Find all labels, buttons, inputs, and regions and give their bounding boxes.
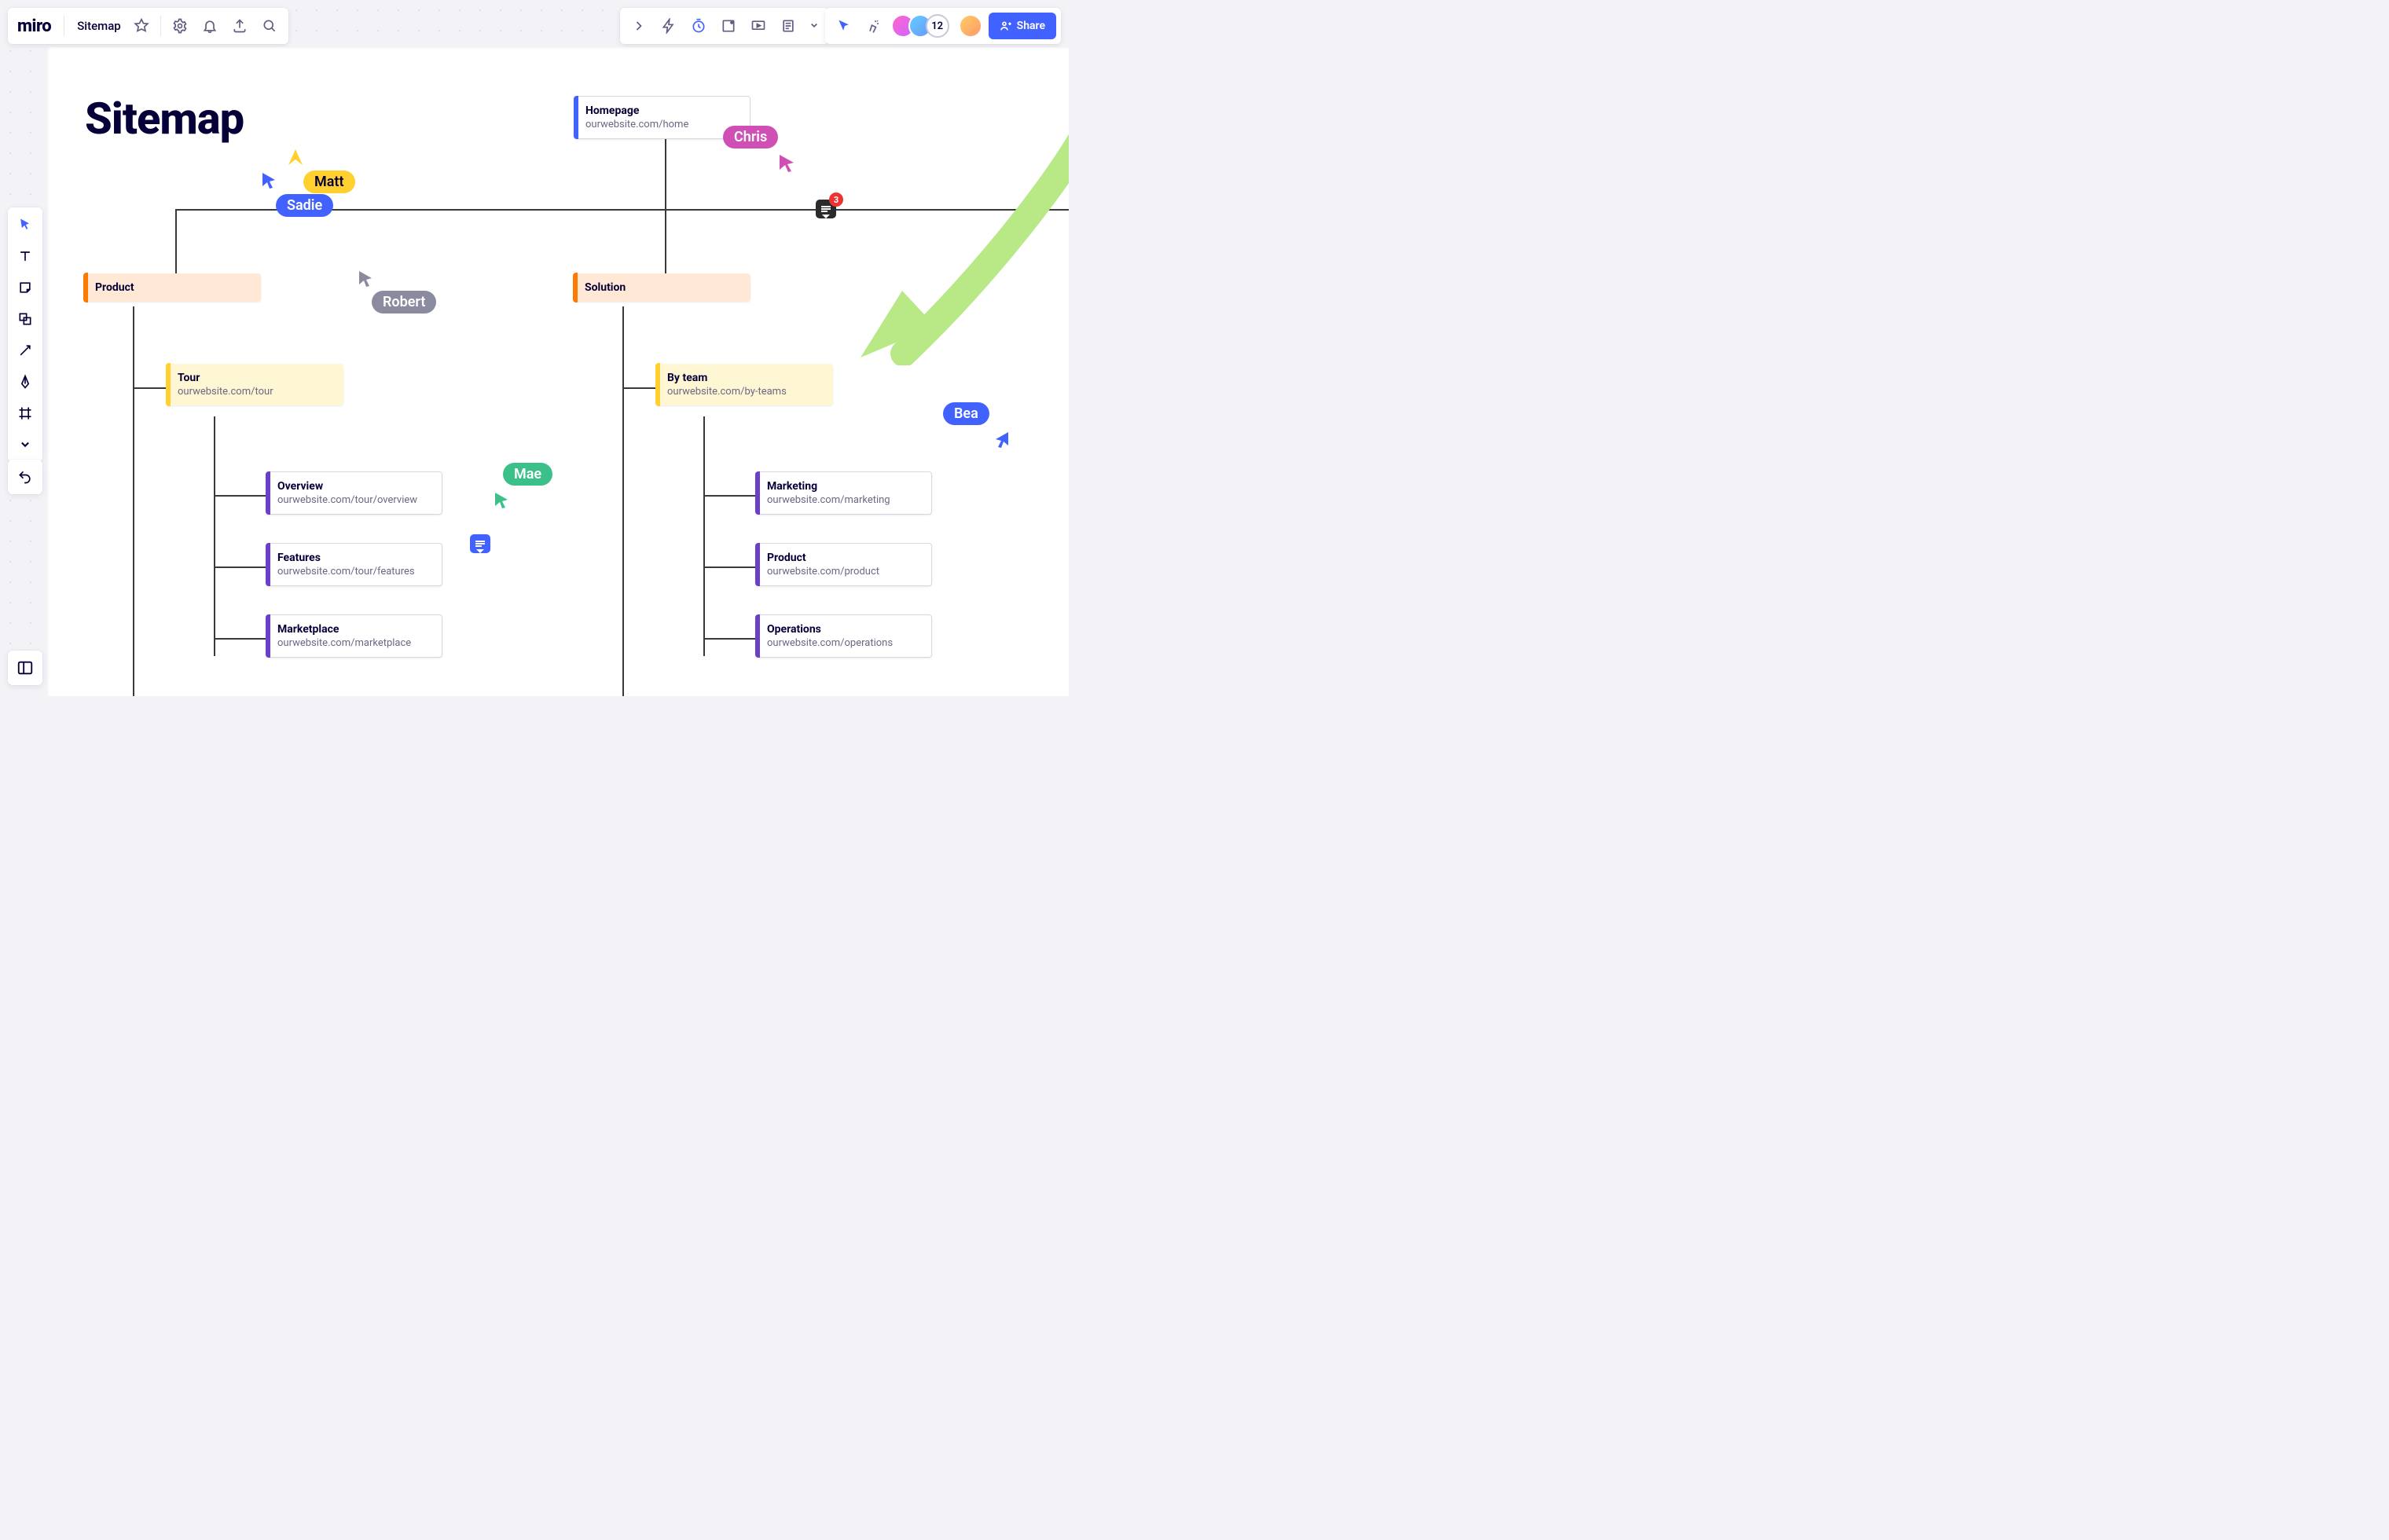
- line-tool[interactable]: [11, 336, 39, 365]
- node-operations[interactable]: Operations ourwebsite.com/operations: [755, 614, 932, 658]
- connector: [703, 416, 705, 656]
- present-icon[interactable]: [744, 12, 772, 40]
- star-icon[interactable]: [127, 12, 156, 40]
- page-title: Sitemap: [85, 93, 244, 145]
- cursor-arrow-icon: [778, 153, 795, 172]
- node-product[interactable]: Product: [84, 273, 261, 302]
- shape-tool[interactable]: [11, 305, 39, 333]
- board-title[interactable]: Sitemap: [69, 19, 126, 33]
- pen-tool[interactable]: [11, 368, 39, 396]
- connector: [665, 209, 666, 273]
- node-byteam[interactable]: By team ourwebsite.com/by-teams: [656, 364, 833, 405]
- comment-icon[interactable]: [470, 534, 490, 553]
- more-icon[interactable]: [804, 12, 824, 40]
- node-marketplace[interactable]: Marketplace ourwebsite.com/marketplace: [266, 614, 442, 658]
- undo-rail: [8, 460, 42, 494]
- topbar-right: 12 Share: [825, 8, 1061, 44]
- cursor-label-robert: Robert: [372, 291, 436, 314]
- node-product-page[interactable]: Product ourwebsite.com/product: [755, 543, 932, 586]
- topbar-center: [620, 8, 829, 44]
- node-overview[interactable]: Overview ourwebsite.com/tour/overview: [266, 471, 442, 515]
- connector: [703, 638, 758, 640]
- export-icon[interactable]: [226, 12, 254, 40]
- node-tour[interactable]: Tour ourwebsite.com/tour: [167, 364, 343, 405]
- frame-tool[interactable]: [11, 399, 39, 427]
- cursor-arrow-icon: [261, 171, 277, 189]
- avatar-me[interactable]: [959, 14, 982, 38]
- timer-icon[interactable]: [684, 12, 713, 40]
- share-label: Share: [1017, 20, 1045, 32]
- cursor-label-bea: Bea: [943, 402, 989, 425]
- node-solution[interactable]: Solution: [574, 273, 750, 302]
- bolt-icon[interactable]: [655, 12, 683, 40]
- node-features[interactable]: Features ourwebsite.com/tour/features: [266, 543, 442, 586]
- node-marketing[interactable]: Marketing ourwebsite.com/marketing: [755, 471, 932, 515]
- share-button[interactable]: Share: [989, 13, 1056, 39]
- frame-icon[interactable]: [714, 12, 743, 40]
- avatar-overflow[interactable]: 12: [926, 14, 949, 38]
- divider: [160, 16, 161, 36]
- cursor-arrow-icon: [287, 148, 304, 167]
- panel-toggle[interactable]: [8, 651, 42, 685]
- cursor-label-matt: Matt: [303, 170, 355, 193]
- cursor-label-sadie: Sadie: [276, 194, 333, 217]
- connector: [622, 306, 624, 696]
- avatar-group[interactable]: 12: [890, 14, 951, 38]
- more-tools[interactable]: [11, 431, 39, 459]
- connector: [133, 306, 134, 696]
- cursor-mode-icon[interactable]: [830, 12, 858, 40]
- tool-rail: [8, 207, 42, 462]
- notes-icon[interactable]: [774, 12, 802, 40]
- connector: [214, 566, 269, 568]
- drawn-arrow: [825, 130, 1069, 365]
- cursor-arrow-icon: [358, 270, 373, 287]
- select-tool[interactable]: [11, 211, 39, 239]
- search-icon[interactable]: [255, 12, 284, 40]
- reactions-icon[interactable]: [860, 12, 888, 40]
- cursor-label-mae: Mae: [503, 463, 552, 486]
- cursor-arrow-icon: [494, 491, 509, 508]
- connector: [175, 209, 177, 273]
- chevron-right-icon[interactable]: [625, 12, 653, 40]
- connector: [214, 638, 269, 640]
- connector: [214, 495, 269, 497]
- cursor-label-chris: Chris: [723, 126, 778, 148]
- connector: [214, 416, 215, 656]
- connector: [622, 387, 659, 389]
- sticky-tool[interactable]: [11, 273, 39, 302]
- bell-icon[interactable]: [196, 12, 224, 40]
- canvas[interactable]: Sitemap Homepage ourwebsite.com/home Pro…: [47, 47, 1069, 696]
- connector: [665, 136, 666, 210]
- connector: [133, 387, 170, 389]
- connector: [703, 495, 758, 497]
- connector: [703, 566, 758, 568]
- text-tool[interactable]: [11, 242, 39, 270]
- cursor-arrow-icon: [994, 431, 1010, 448]
- settings-icon[interactable]: [166, 12, 194, 40]
- miro-logo[interactable]: miro: [13, 16, 59, 36]
- topbar-left: miro Sitemap: [8, 8, 288, 44]
- undo-button[interactable]: [11, 463, 39, 491]
